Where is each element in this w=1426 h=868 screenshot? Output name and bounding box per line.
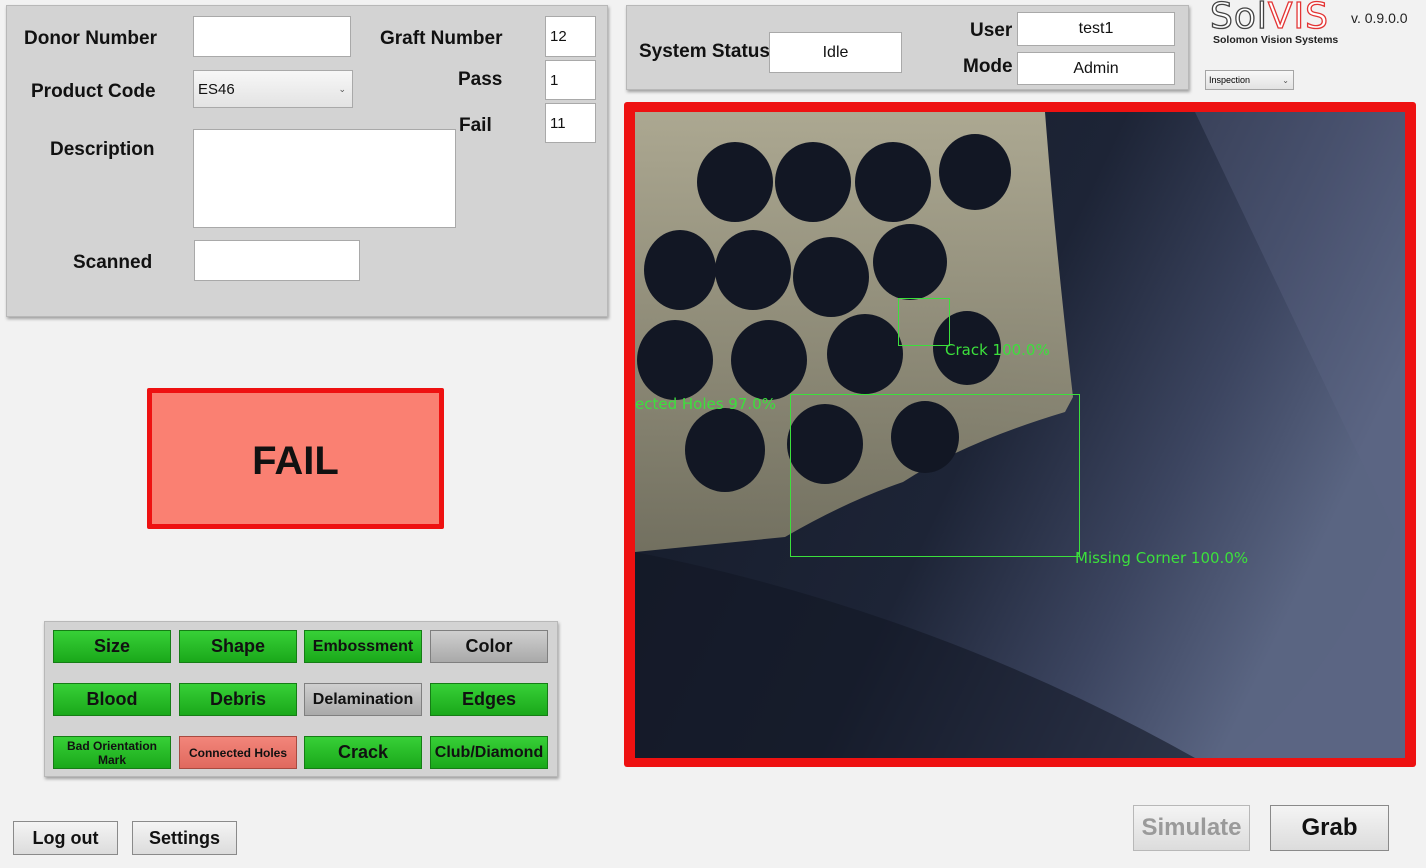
- inspection-color-button[interactable]: Color: [430, 630, 548, 663]
- description-label: Description: [50, 139, 155, 160]
- result-indicator: FAIL: [147, 388, 444, 529]
- description-textarea[interactable]: [193, 129, 456, 228]
- chevron-down-icon: ⌄: [338, 83, 346, 94]
- system-status-label: System Status: [639, 41, 770, 62]
- logo-tagline: Solomon Vision Systems: [1213, 34, 1339, 46]
- logout-button[interactable]: Log out: [13, 821, 118, 855]
- graft-number-field[interactable]: 12: [545, 16, 596, 57]
- logo-sol-text: Sol: [1209, 0, 1268, 37]
- graft-number-label: Graft Number: [380, 28, 503, 49]
- inspection-delamination-button[interactable]: Delamination: [304, 683, 422, 716]
- detection-box-crack: [898, 298, 950, 346]
- scanned-label: Scanned: [73, 252, 153, 273]
- chevron-down-icon: ⌄: [1282, 75, 1289, 85]
- scanned-field[interactable]: [194, 240, 360, 281]
- donor-number-field[interactable]: [193, 16, 351, 57]
- version-label: v. 0.9.0.0: [1351, 10, 1408, 26]
- inspection-debris-button[interactable]: Debris: [179, 683, 297, 716]
- solvis-logo: SolVIS Solomon Vision Systems: [1209, 0, 1350, 48]
- inspection-size-button[interactable]: Size: [53, 630, 171, 663]
- fail-label: Fail: [459, 115, 492, 136]
- mode-label: Mode: [963, 56, 1013, 77]
- inspection-grid: Size Shape Embossment Color Blood Debris Delam…: [44, 621, 558, 777]
- inspection-crack-button[interactable]: Crack: [304, 736, 422, 769]
- product-code-value: ES46: [198, 80, 235, 98]
- inspection-shape-button[interactable]: Shape: [179, 630, 297, 663]
- product-code-select[interactable]: ES46 ⌄: [193, 70, 353, 108]
- mode-select-value: Inspection: [1209, 75, 1251, 85]
- donor-number-label: Donor Number: [24, 28, 157, 49]
- simulate-button[interactable]: Simulate: [1133, 805, 1250, 851]
- inspection-club-diamond-button[interactable]: Club/Diamond: [430, 736, 548, 769]
- pass-label: Pass: [458, 69, 503, 90]
- pass-count-field[interactable]: 1: [545, 60, 596, 100]
- inspection-connected-holes-button[interactable]: Connected Holes: [179, 736, 297, 769]
- detection-label-missing-corner: Missing Corner 100.0%: [1075, 549, 1249, 567]
- inspection-bad-orientation-mark-button[interactable]: Bad Orientation Mark: [53, 736, 171, 769]
- inspection-blood-button[interactable]: Blood: [53, 683, 171, 716]
- inspection-embossment-button[interactable]: Embossment: [304, 630, 422, 663]
- mode-select[interactable]: Inspection ⌄: [1205, 70, 1294, 90]
- user-label: User: [970, 20, 1013, 41]
- status-panel: System Status Idle User test1 Mode Admin: [626, 5, 1189, 90]
- detection-box-missing-corner: [790, 394, 1080, 557]
- detection-label-crack: Crack 100.0%: [945, 341, 1050, 359]
- settings-button[interactable]: Settings: [132, 821, 237, 855]
- image-viewer: Crack 100.0% ected Holes 97.0% Missing C…: [624, 102, 1416, 767]
- product-info-panel: Donor Number Graft Number 12 Product Cod…: [6, 5, 608, 317]
- inspection-edges-button[interactable]: Edges: [430, 683, 548, 716]
- mode-field: Admin: [1017, 52, 1175, 85]
- fail-count-field[interactable]: 11: [545, 103, 596, 143]
- system-status-field: Idle: [769, 32, 902, 73]
- camera-image: Crack 100.0% ected Holes 97.0% Missing C…: [635, 112, 1405, 758]
- result-label: FAIL: [152, 393, 439, 524]
- grab-button[interactable]: Grab: [1270, 805, 1389, 851]
- product-code-label: Product Code: [31, 81, 156, 102]
- logo-vis-text: VIS: [1267, 0, 1329, 37]
- detection-label-connected-holes: ected Holes 97.0%: [635, 395, 776, 413]
- user-field: test1: [1017, 12, 1175, 46]
